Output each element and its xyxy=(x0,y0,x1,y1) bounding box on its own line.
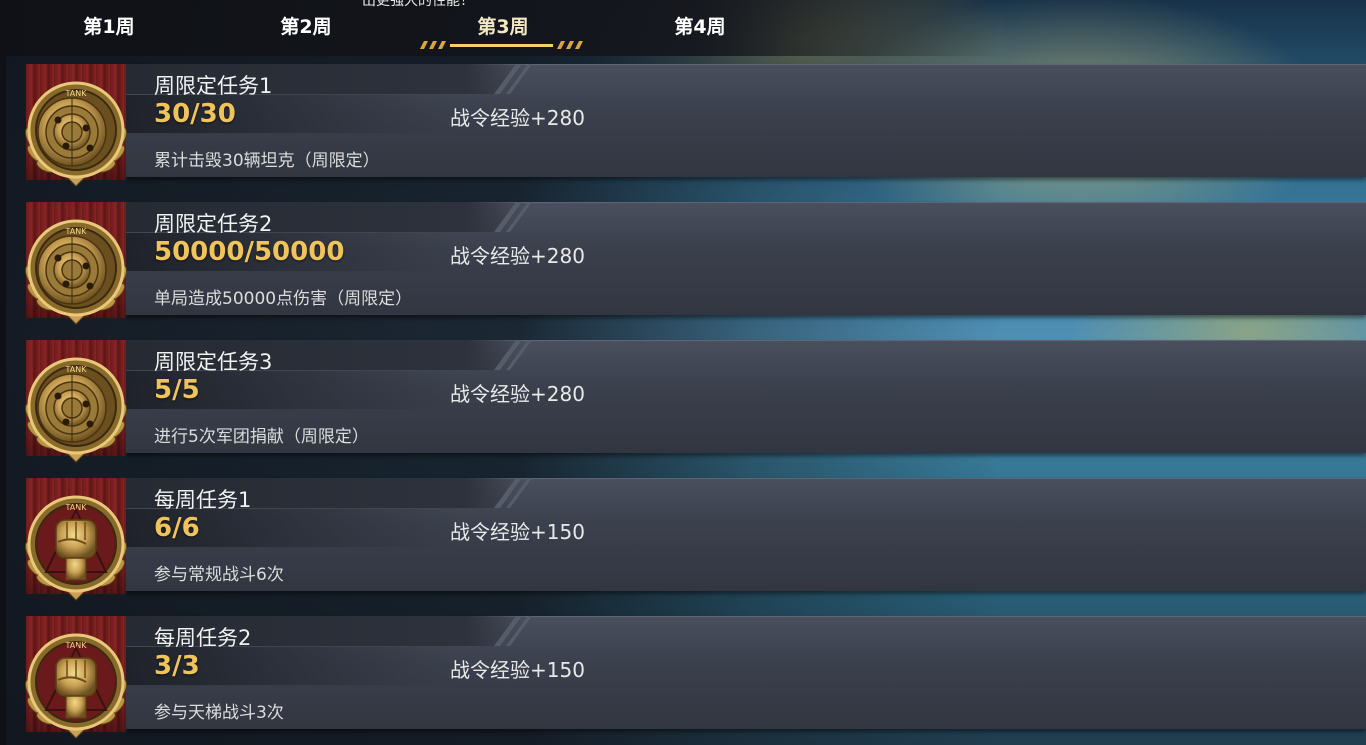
task-description: 进行5次军团捐献（周限定） xyxy=(154,427,369,447)
task-reward: 战令经验+150 xyxy=(450,658,585,682)
task-card-3[interactable]: TANK 周限定任务3 5/5 战令经验+280 进行5次军团捐献（周限定） xyxy=(25,340,1366,463)
header-stripe-decoration xyxy=(494,340,532,370)
task-progress: 30/30 xyxy=(154,99,236,129)
header-stripe-decoration xyxy=(494,616,532,646)
task-progress: 50000/50000 xyxy=(154,237,345,267)
clipped-banner-text: 出更强大的性能！ xyxy=(362,0,474,9)
tab-week-2[interactable]: 第2周 xyxy=(236,12,376,39)
left-edge-strip xyxy=(0,56,6,745)
task-reward: 战令经验+150 xyxy=(450,520,585,544)
header-stripe-decoration xyxy=(494,202,532,232)
selected-tab-indicator xyxy=(420,41,583,49)
task-description: 参与天梯战斗3次 xyxy=(154,703,284,723)
task-card-4[interactable]: TANK 每周任务1 6/6 战令经验+150 参与常规战斗6次 xyxy=(25,478,1366,601)
task-reward: 战令经验+280 xyxy=(450,382,585,406)
task-description: 单局造成50000点伤害（周限定） xyxy=(154,289,413,309)
target-medal-icon: TANK xyxy=(25,219,127,325)
task-title: 每周任务1 xyxy=(154,488,252,512)
header-stripe-decoration xyxy=(494,478,532,508)
header-stripe-decoration xyxy=(494,64,532,94)
task-title: 周限定任务2 xyxy=(154,212,273,236)
fist-medal-icon: TANK xyxy=(25,633,127,739)
task-progress: 5/5 xyxy=(154,375,200,405)
task-card-1[interactable]: TANK 周限定任务1 30/30 战令经验+280 累计击毁30辆坦克（周限定… xyxy=(25,64,1366,187)
task-title: 每周任务2 xyxy=(154,626,252,650)
task-progress: 6/6 xyxy=(154,513,200,543)
tab-week-1[interactable]: 第1周 xyxy=(39,12,179,39)
task-progress: 3/3 xyxy=(154,651,200,681)
tab-week-4[interactable]: 第4周 xyxy=(630,12,770,39)
task-card-2[interactable]: TANK 周限定任务2 50000/50000 战令经验+280 单局造成500… xyxy=(25,202,1366,325)
tab-week-3[interactable]: 第3周 xyxy=(433,12,573,39)
fist-medal-icon: TANK xyxy=(25,495,127,601)
medal-text: TANK xyxy=(65,227,88,236)
week-tab-bar: 出更强大的性能！ 第1周 第2周 第3周 第4周 xyxy=(0,0,1366,56)
medal-text: TANK xyxy=(65,89,88,98)
target-medal-icon: TANK xyxy=(25,357,127,463)
medal-text: TANK xyxy=(65,365,88,374)
task-description: 累计击毁30辆坦克（周限定） xyxy=(154,151,380,171)
task-reward: 战令经验+280 xyxy=(450,106,585,130)
task-card-5[interactable]: TANK 每周任务2 3/3 战令经验+150 参与天梯战斗3次 xyxy=(25,616,1366,739)
target-medal-icon: TANK xyxy=(25,81,127,187)
task-description: 参与常规战斗6次 xyxy=(154,565,284,585)
task-title: 周限定任务3 xyxy=(154,350,273,374)
task-title: 周限定任务1 xyxy=(154,74,273,98)
task-reward: 战令经验+280 xyxy=(450,244,585,268)
